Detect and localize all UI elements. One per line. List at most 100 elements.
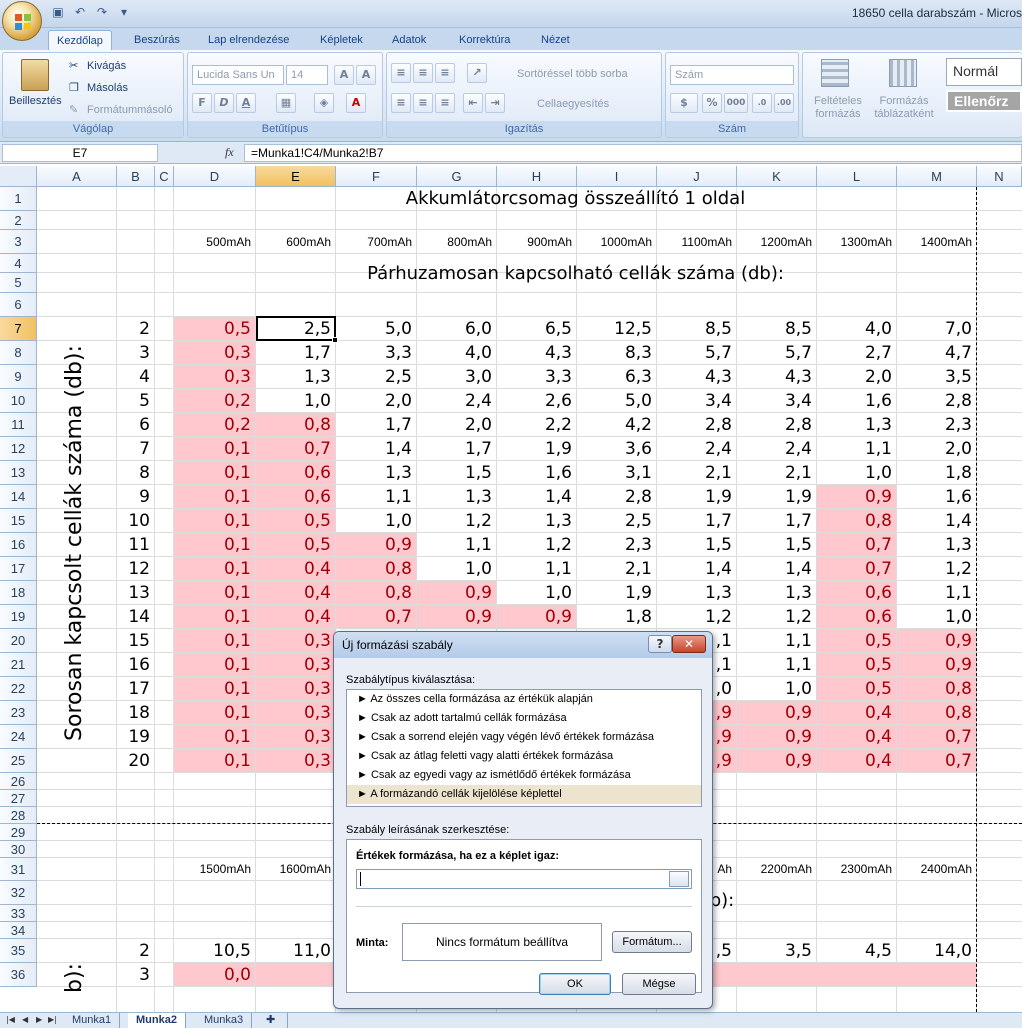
cell[interactable]: 8,5 <box>737 317 816 340</box>
format-painter-button[interactable]: Formátummásoló <box>87 104 173 116</box>
cell[interactable]: 2,4 <box>737 437 816 460</box>
row-header[interactable]: 30 <box>0 841 37 858</box>
cell[interactable]: 900mAh <box>497 230 576 253</box>
borders-icon[interactable]: ▦ <box>276 93 296 113</box>
cell[interactable]: 7,0 <box>897 317 976 340</box>
sheet-tab-munka1[interactable]: Munka1 <box>64 1013 121 1028</box>
cell[interactable]: 1,2 <box>657 605 736 628</box>
cell[interactable]: 1,1 <box>817 437 896 460</box>
cell[interactable]: 6,3 <box>577 365 656 388</box>
cell[interactable]: 2,0 <box>336 389 416 412</box>
cell[interactable]: 0,5 <box>817 653 896 676</box>
cell[interactable]: 0,5 <box>256 533 335 556</box>
row-header[interactable]: 16 <box>0 533 37 557</box>
cell[interactable]: 1,0 <box>897 605 976 628</box>
cell[interactable]: 1,2 <box>417 509 496 532</box>
cell[interactable]: 8,3 <box>577 341 656 364</box>
increase-indent-icon[interactable]: ⇥ <box>485 93 505 113</box>
cell[interactable]: 10,5 <box>174 939 255 962</box>
font-name-combo[interactable]: Lucida Sans Un <box>192 65 284 85</box>
cell[interactable]: 1,3 <box>897 533 976 556</box>
cell[interactable]: 4 <box>117 365 154 388</box>
cell[interactable]: 1,0 <box>817 461 896 484</box>
cell[interactable]: 15 <box>117 629 154 652</box>
currency-icon[interactable]: $ <box>670 93 698 113</box>
cell[interactable]: 2,8 <box>577 485 656 508</box>
format-button[interactable]: Formátum... <box>612 931 692 953</box>
row-header[interactable]: 4 <box>0 254 37 273</box>
cell[interactable]: 8 <box>117 461 154 484</box>
cell[interactable]: 3,5 <box>897 365 976 388</box>
cell[interactable]: 14,0 <box>897 939 976 962</box>
cell[interactable]: 1,3 <box>497 509 576 532</box>
cell[interactable]: 0,8 <box>256 413 335 436</box>
cell[interactable]: 10 <box>117 509 154 532</box>
cell[interactable]: 1,0 <box>497 581 576 604</box>
row-header[interactable]: 3 <box>0 230 37 254</box>
cell[interactable]: 2,5 <box>336 365 416 388</box>
cell[interactable]: 2,0 <box>417 413 496 436</box>
cell[interactable]: 0,8 <box>897 677 976 700</box>
column-header[interactable]: M <box>897 166 977 187</box>
fill-color-icon[interactable]: ◈ <box>314 93 334 113</box>
cell[interactable]: 1,7 <box>256 341 335 364</box>
cell[interactable]: 0,6 <box>817 581 896 604</box>
cell[interactable]: 2,6 <box>497 389 576 412</box>
cell[interactable]: 800mAh <box>417 230 496 253</box>
cell[interactable]: 1,6 <box>817 389 896 412</box>
cell[interactable]: 1300mAh <box>817 230 896 253</box>
cell[interactable]: 1,1 <box>417 533 496 556</box>
cell[interactable]: 12,5 <box>577 317 656 340</box>
cell[interactable]: 2,3 <box>577 533 656 556</box>
cell[interactable]: 2,8 <box>657 413 736 436</box>
cell[interactable]: 1100mAh <box>657 230 736 253</box>
cell[interactable]: 1,0 <box>336 509 416 532</box>
decrease-decimal-icon[interactable]: .00 <box>774 93 794 113</box>
select-all-corner[interactable] <box>0 166 37 187</box>
cell[interactable]: 1,1 <box>737 629 816 652</box>
cell[interactable]: 2 <box>117 939 154 962</box>
cell[interactable]: 0,4 <box>256 581 335 604</box>
thousands-button[interactable]: 000 <box>724 93 748 113</box>
column-header[interactable]: B <box>117 166 155 187</box>
tab-review[interactable]: Korrektúra <box>451 30 518 50</box>
row-header[interactable]: 9 <box>0 365 37 389</box>
paste-icon[interactable] <box>21 59 49 91</box>
cell[interactable]: 6,0 <box>417 317 496 340</box>
customize-qat-icon[interactable]: ▾ <box>116 4 132 20</box>
ok-button[interactable]: OK <box>539 973 611 995</box>
cell[interactable]: 4,3 <box>737 365 816 388</box>
column-header[interactable]: N <box>977 166 1022 187</box>
row-header[interactable]: 6 <box>0 293 37 317</box>
row-header[interactable]: 35 <box>0 939 37 963</box>
row-header[interactable]: 12 <box>0 437 37 461</box>
cell[interactable]: 0,1 <box>174 509 255 532</box>
cell[interactable]: 3,4 <box>657 389 736 412</box>
format-as-table-button[interactable]: Formázás táblázatként <box>869 95 939 121</box>
cell[interactable]: 1,1 <box>897 581 976 604</box>
row-header[interactable]: 29 <box>0 824 37 841</box>
bold-button[interactable]: F <box>192 93 212 113</box>
cell[interactable]: 0,7 <box>817 533 896 556</box>
tab-view[interactable]: Nézet <box>533 30 578 50</box>
cell[interactable]: 0,9 <box>737 701 816 724</box>
formula-input[interactable]: =Munka1!C4/Munka2!B7 <box>244 144 1022 162</box>
row-header[interactable]: 26 <box>0 773 37 790</box>
cell[interactable]: 0,1 <box>174 557 255 580</box>
cell[interactable]: 700mAh <box>336 230 416 253</box>
font-size-combo[interactable]: 14 <box>286 65 328 85</box>
cell[interactable]: 0,9 <box>336 533 416 556</box>
cell[interactable]: 0,3 <box>256 749 335 772</box>
shrink-font-icon[interactable]: A <box>356 65 376 85</box>
cell[interactable]: 2 <box>117 317 154 340</box>
cell[interactable]: 0,1 <box>174 749 255 772</box>
style-normal[interactable]: Normál <box>946 58 1022 86</box>
row-header[interactable]: 20 <box>0 629 37 653</box>
copy-button[interactable]: Másolás <box>87 82 128 94</box>
cell[interactable]: 0,6 <box>256 485 335 508</box>
rule-type-item[interactable]: ► Csak az átlag feletti vagy alatti érté… <box>347 747 701 766</box>
cell[interactable]: 0,7 <box>336 605 416 628</box>
row-header[interactable]: 18 <box>0 581 37 605</box>
cell[interactable]: 1000mAh <box>577 230 656 253</box>
cell[interactable]: 0,9 <box>417 605 496 628</box>
